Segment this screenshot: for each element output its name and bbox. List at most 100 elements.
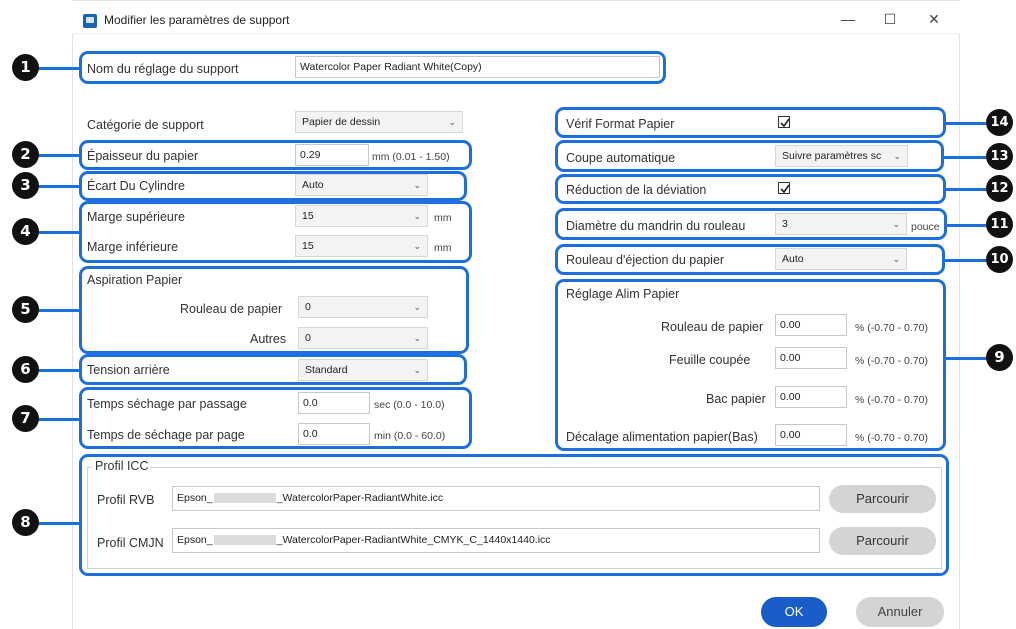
cmyk-browse-button[interactable]: Parcourir <box>829 527 936 555</box>
callout-8: 8 <box>12 509 39 536</box>
platen-gap-value: Auto <box>302 179 324 191</box>
check-paper-size-checkbox[interactable] <box>778 116 790 128</box>
top-margin-value: 15 <box>302 210 314 222</box>
callout-connector <box>38 154 80 157</box>
bottom-margin-label: Marge inférieure <box>87 240 179 254</box>
feed-offset-input[interactable]: 0.00 <box>775 424 847 446</box>
auto-cut-select[interactable]: Suivre paramètres sc ⌄ <box>775 145 908 167</box>
rgb-profile-prefix: Epson_ <box>177 492 213 504</box>
skew-reduction-checkbox[interactable] <box>778 182 790 194</box>
close-button[interactable]: ✕ <box>920 9 948 29</box>
icc-group-box <box>87 467 942 569</box>
feed-offset-unit: % (-0.70 - 0.70) <box>855 432 928 444</box>
eject-roller-select[interactable]: Auto ⌄ <box>775 248 907 270</box>
cmyk-profile-label: Profil CMJN <box>97 536 164 550</box>
callout-4: 4 <box>12 218 39 245</box>
top-margin-select[interactable]: 15 ⌄ <box>295 205 428 227</box>
callout-connector <box>38 231 80 234</box>
callout-connector <box>38 185 80 188</box>
back-tension-label: Tension arrière <box>87 363 170 377</box>
media-name-label: Nom du réglage du support <box>87 62 239 76</box>
roll-core-unit: pouce <box>911 221 940 233</box>
callout-7: 7 <box>12 405 39 432</box>
paper-thickness-input[interactable]: 0.29 <box>295 144 369 166</box>
rgb-profile-input[interactable]: Epson_ _WatercolorPaper-RadiantWhite.icc <box>172 486 820 511</box>
skew-reduction-label: Réduction de la déviation <box>566 183 707 197</box>
cmyk-profile-suffix: _WatercolorPaper-RadiantWhite_CMYK_C_144… <box>276 534 551 546</box>
feed-cut-sheet-unit: % (-0.70 - 0.70) <box>855 355 928 367</box>
feed-adjust-title: Réglage Alim Papier <box>566 287 680 301</box>
chevron-down-icon: ⌄ <box>892 254 900 264</box>
cmyk-profile-input[interactable]: Epson_ _WatercolorPaper-RadiantWhite_CMYK… <box>172 528 820 553</box>
suction-roll-select[interactable]: 0 ⌄ <box>298 296 428 318</box>
title-bar[interactable]: Modifier les paramètres de support — ☐ ✕ <box>72 0 960 34</box>
chevron-down-icon: ⌄ <box>413 333 421 343</box>
check-paper-size-label: Vérif Format Papier <box>566 117 675 131</box>
platen-gap-select[interactable]: Auto ⌄ <box>295 174 428 196</box>
bottom-margin-value: 15 <box>302 240 314 252</box>
auto-cut-value: Suivre paramètres sc <box>782 150 882 162</box>
suction-other-value: 0 <box>305 332 311 344</box>
feed-roll-unit: % (-0.70 - 0.70) <box>855 322 928 334</box>
media-name-input[interactable]: Watercolor Paper Radiant White(Copy) <box>295 56 660 78</box>
drying-pass-label: Temps séchage par passage <box>87 397 247 411</box>
callout-14: 14 <box>986 109 1013 136</box>
feed-tray-unit: % (-0.70 - 0.70) <box>855 394 928 406</box>
callout-connector <box>944 259 990 262</box>
suction-other-label: Autres <box>250 332 287 346</box>
app-icon <box>83 14 97 28</box>
chevron-down-icon: ⌄ <box>413 180 421 190</box>
feed-roll-label: Rouleau de papier <box>661 320 764 334</box>
drying-pass-unit: sec (0.0 - 10.0) <box>374 399 445 411</box>
checkmark-icon <box>780 184 790 194</box>
callout-connector <box>945 188 990 191</box>
callout-connector <box>38 522 80 525</box>
maximize-button[interactable]: ☐ <box>876 9 904 29</box>
callout-10: 10 <box>986 246 1013 273</box>
callout-connector <box>38 418 80 421</box>
chevron-down-icon: ⌄ <box>448 117 456 127</box>
eject-roller-value: Auto <box>782 253 804 265</box>
suction-other-select[interactable]: 0 ⌄ <box>298 327 428 349</box>
bottom-margin-select[interactable]: 15 ⌄ <box>295 235 428 257</box>
callout-connector <box>38 369 80 372</box>
callout-1: 1 <box>12 54 39 81</box>
drying-page-label: Temps de séchage par page <box>87 428 245 442</box>
callout-11: 11 <box>986 211 1013 238</box>
window-title: Modifier les paramètres de support <box>104 13 290 27</box>
chevron-down-icon: ⌄ <box>413 211 421 221</box>
callout-connector <box>38 309 80 312</box>
ok-button[interactable]: OK <box>761 597 827 627</box>
drying-page-input[interactable]: 0.0 <box>298 423 370 445</box>
feed-tray-input[interactable]: 0.00 <box>775 386 847 408</box>
media-category-value: Papier de dessin <box>302 116 381 128</box>
chevron-down-icon: ⌄ <box>413 241 421 251</box>
rgb-browse-button[interactable]: Parcourir <box>829 485 936 513</box>
minimize-button[interactable]: — <box>834 9 862 29</box>
media-category-select[interactable]: Papier de dessin ⌄ <box>295 111 463 133</box>
rgb-profile-suffix: _WatercolorPaper-RadiantWhite.icc <box>276 492 444 504</box>
back-tension-value: Standard <box>305 364 348 376</box>
callout-connector <box>946 224 990 227</box>
callout-9: 9 <box>986 344 1013 371</box>
roll-core-select[interactable]: 3 ⌄ <box>775 213 907 235</box>
chevron-down-icon: ⌄ <box>891 146 901 166</box>
checkmark-icon <box>780 118 790 128</box>
callout-connector <box>945 122 990 125</box>
cancel-button[interactable]: Annuler <box>856 597 944 627</box>
icc-group-title: Profil ICC <box>92 459 152 473</box>
drying-pass-input[interactable]: 0.0 <box>298 392 370 414</box>
suction-roll-value: 0 <box>305 301 311 313</box>
cmyk-profile-prefix: Epson_ <box>177 534 213 546</box>
feed-cut-sheet-label: Feuille coupée <box>669 353 751 367</box>
callout-connector <box>38 67 80 70</box>
redacted-model <box>213 535 276 546</box>
feed-roll-input[interactable]: 0.00 <box>775 314 847 336</box>
callout-connector <box>945 357 990 360</box>
back-tension-select[interactable]: Standard ⌄ <box>298 359 428 381</box>
feed-cut-sheet-input[interactable]: 0.00 <box>775 347 847 369</box>
auto-cut-label: Coupe automatique <box>566 151 676 165</box>
callout-connector <box>943 156 990 159</box>
media-category-label: Catégorie de support <box>87 118 204 132</box>
callout-6: 6 <box>12 356 39 383</box>
